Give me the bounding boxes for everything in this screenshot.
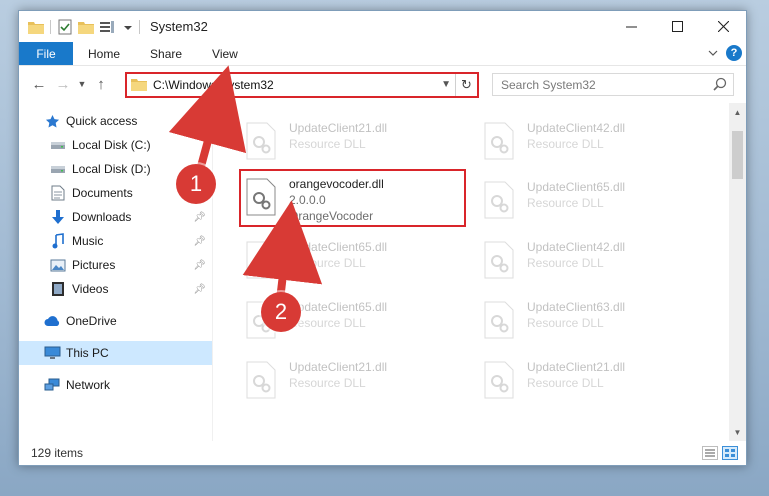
callout-step-1: 1 bbox=[176, 164, 216, 204]
arrow-to-address-bar bbox=[168, 65, 247, 172]
callout-step-2: 2 bbox=[261, 292, 301, 332]
arrow-to-file bbox=[242, 200, 323, 301]
annotation-arrows bbox=[168, 65, 323, 301]
